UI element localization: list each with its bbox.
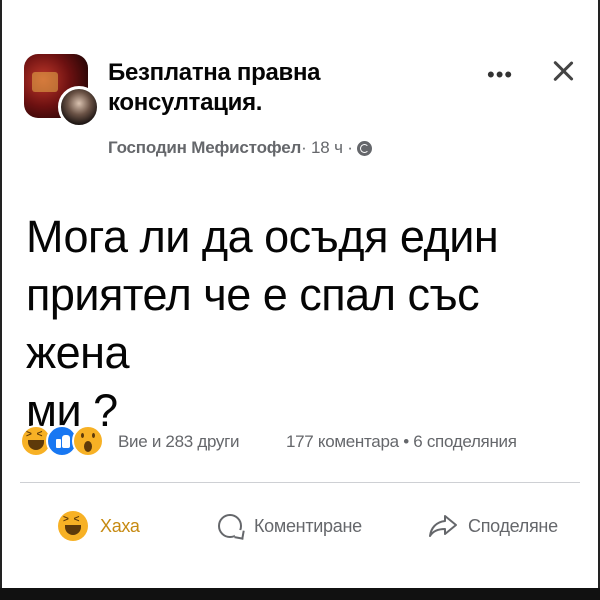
engagement-counts: 177 коментара • 6 споделяния [286,432,517,452]
comment-button-label: Коментиране [254,515,362,536]
share-button-label: Споделяне [468,515,558,536]
group-name-link[interactable]: Безплатна правна консултация. [108,58,438,118]
reactions-summary[interactable]: Вие и 283 други [118,432,240,452]
post-text: Мога ли да осъдя един приятел че е спал … [26,211,499,436]
author-link[interactable]: Господин Мефистофел [108,138,301,158]
comment-button[interactable]: Коментиране [218,508,362,544]
close-icon[interactable] [550,58,576,84]
bottom-edge [0,588,600,600]
haha-button-label: Хаха [100,515,140,536]
comments-count[interactable]: 177 коментара [286,432,399,451]
haha-button[interactable]: Хаха [58,508,140,544]
post-time[interactable]: · 18 ч · [301,138,353,158]
post-avatars[interactable] [24,54,100,130]
user-avatar[interactable] [58,86,100,128]
globe-icon [356,140,372,156]
share-icon [429,515,457,537]
comment-icon [218,514,242,538]
divider [20,482,580,483]
haha-icon [58,511,88,541]
count-separator: • [398,432,414,451]
reaction-icons[interactable] [20,425,104,457]
wow-reaction-icon [72,425,104,457]
shares-count[interactable]: 6 споделяния [413,432,517,451]
more-options-icon[interactable]: ••• [487,62,513,88]
post-meta: Господин Мефистофел · 18 ч · [108,138,372,158]
share-button[interactable]: Споделяне [428,508,558,544]
